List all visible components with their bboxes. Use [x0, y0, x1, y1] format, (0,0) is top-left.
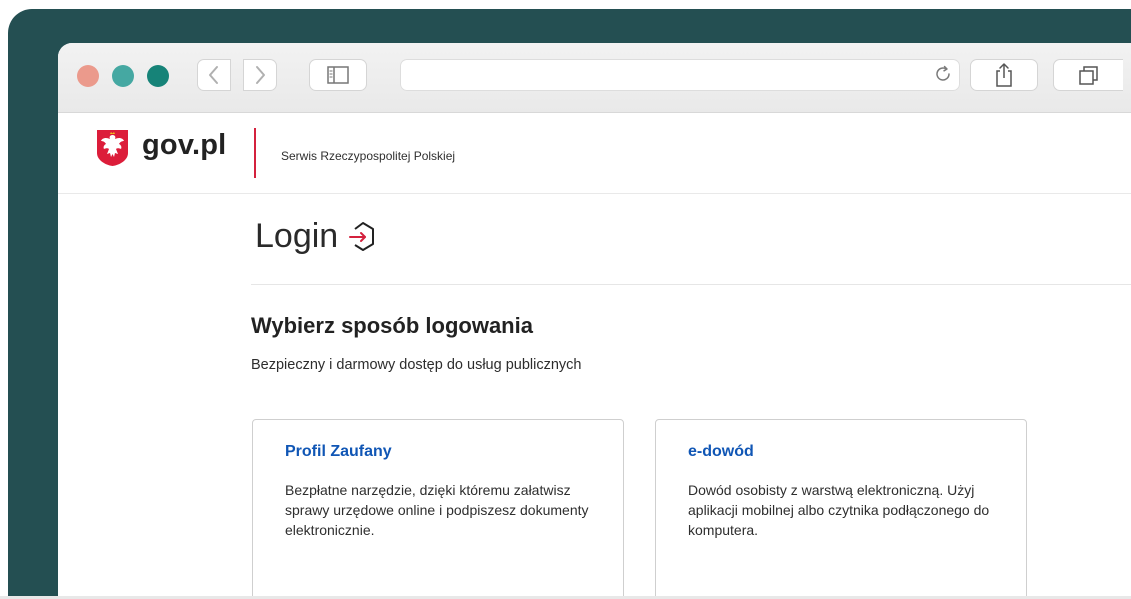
login-option-description: Dowód osobisty z warstwą elektroniczną. …	[688, 482, 990, 538]
login-option-description: Bezpłatne narzędzie, dzięki któremu zała…	[285, 482, 589, 538]
share-icon	[996, 63, 1012, 87]
maximize-window-button[interactable]	[147, 65, 169, 87]
chevron-right-icon	[256, 66, 265, 84]
forward-button[interactable]	[243, 59, 277, 91]
close-window-button[interactable]	[77, 65, 99, 87]
tabs-icon	[1078, 66, 1098, 85]
sidebar-icon	[327, 66, 349, 84]
service-name: Serwis Rzeczypospolitej Polskiej	[281, 149, 456, 163]
browser-toolbar	[58, 43, 1131, 113]
login-option-title[interactable]: e-dowód	[688, 443, 754, 461]
page-title: Login	[255, 217, 380, 256]
header-divider	[254, 128, 256, 178]
polish-eagle-emblem-icon[interactable]	[96, 129, 129, 167]
login-option-profil-zaufany[interactable]: Profil Zaufany Bezpłatne narzędzie, dzię…	[252, 419, 624, 599]
chevron-left-icon	[209, 66, 218, 84]
login-method-heading: Wybierz sposób logowania	[251, 313, 533, 338]
page-title-text: Login	[255, 217, 339, 255]
login-method-subtitle: Bezpieczny i darmowy dostęp do usług pub…	[251, 357, 582, 373]
site-header: gov.pl Serwis Rzeczypospolitej Polskiej	[58, 112, 1131, 194]
browser-window: gov.pl Serwis Rzeczypospolitej Polskiej …	[58, 43, 1131, 599]
login-icon	[349, 221, 375, 251]
brand-name[interactable]: gov.pl	[142, 129, 226, 162]
share-button[interactable]	[970, 59, 1038, 91]
address-bar[interactable]	[400, 59, 960, 91]
reload-icon[interactable]	[932, 63, 954, 85]
minimize-window-button[interactable]	[112, 65, 134, 87]
back-button[interactable]	[197, 59, 231, 91]
content-divider	[251, 284, 1131, 285]
login-option-title[interactable]: Profil Zaufany	[285, 443, 392, 461]
login-option-e-dowod[interactable]: e-dowód Dowód osobisty z warstwą elektro…	[655, 419, 1027, 599]
sidebar-toggle-button[interactable]	[309, 59, 367, 91]
show-tabs-button[interactable]	[1053, 59, 1123, 91]
